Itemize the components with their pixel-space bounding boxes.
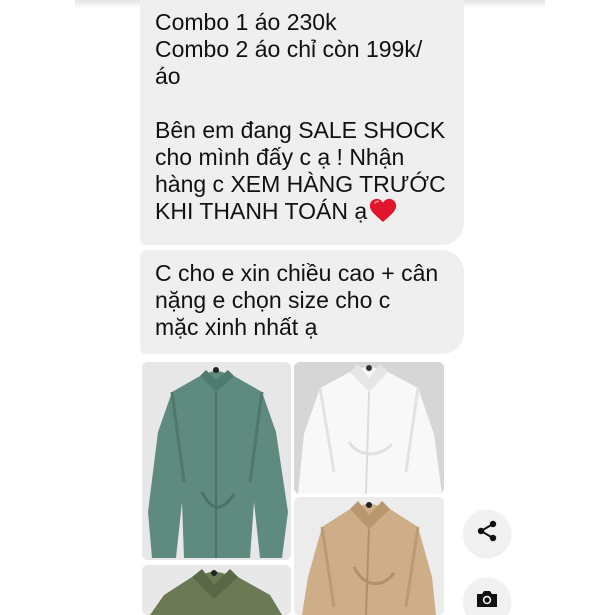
message-text-size-request: C cho e xin chiều cao + cân nặng e chọn … [155, 260, 439, 340]
olive-shirt-photo[interactable] [142, 565, 291, 615]
beige-shirt-photo[interactable] [294, 497, 444, 615]
white-shirt-photo[interactable] [294, 362, 444, 494]
message-bubble-promo[interactable]: Combo 1 áo 230k Combo 2 áo chỉ còn 199k/… [140, 0, 464, 245]
green-shirt-photo[interactable] [142, 362, 291, 560]
message-bubble-size-request[interactable]: C cho e xin chiều cao + cân nặng e chọn … [140, 250, 464, 354]
message-text-promo: Combo 1 áo 230k Combo 2 áo chỉ còn 199k/… [155, 9, 446, 224]
share-icon [476, 520, 498, 547]
camera-icon [475, 588, 499, 615]
heart-emoji-icon [369, 198, 397, 223]
camera-button[interactable] [464, 578, 510, 615]
share-button[interactable] [464, 510, 510, 556]
